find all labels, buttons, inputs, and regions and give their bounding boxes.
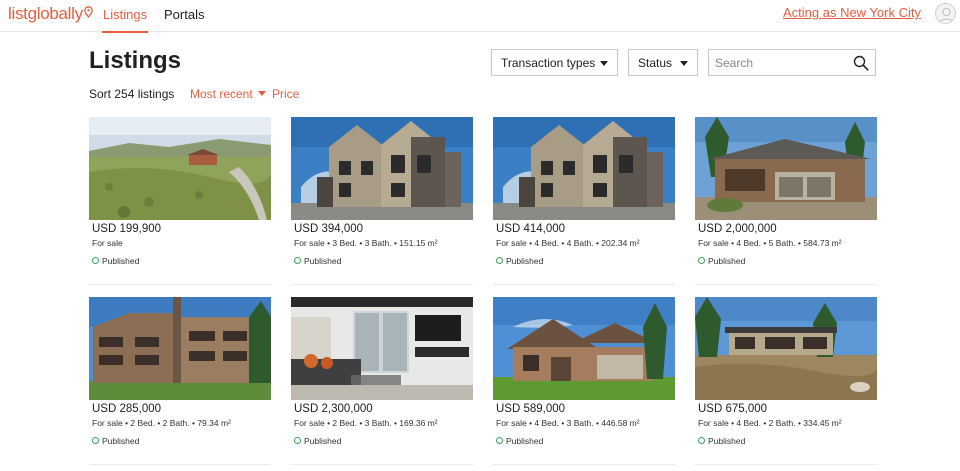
- listing-price: USD 394,000: [294, 223, 364, 235]
- status-label: Status: [638, 56, 673, 70]
- listing-status-label: Published: [304, 256, 342, 266]
- status-dot-icon: [294, 257, 301, 264]
- listing-status-label: Published: [506, 256, 544, 266]
- caret-down-icon: [257, 91, 266, 96]
- sort-price[interactable]: Price: [272, 87, 299, 101]
- status-dot-icon: [496, 257, 503, 264]
- status-dot-icon: [698, 437, 705, 444]
- tab-portals[interactable]: Portals: [164, 7, 204, 22]
- listing-status: Published: [92, 436, 139, 446]
- listing-price: USD 199,900: [92, 223, 162, 235]
- status-dot-icon: [698, 257, 705, 264]
- page-title: Listings: [89, 47, 182, 74]
- listing-details: For sale • 4 Bed. • 3 Bath. • 446.58 m²: [496, 418, 640, 428]
- listing-status: Published: [698, 436, 745, 446]
- card-divider: [291, 284, 473, 285]
- acting-as-link[interactable]: Acting as New York City: [783, 5, 921, 20]
- listing-status-label: Published: [304, 436, 342, 446]
- sort-most-recent-label: Most recent: [190, 87, 253, 101]
- listing-price: USD 589,000: [496, 403, 566, 415]
- listing-price: USD 414,000: [496, 223, 566, 235]
- card-divider: [493, 464, 675, 465]
- logo-text: listglobally: [8, 4, 83, 23]
- apartment-building-photo: [89, 297, 271, 400]
- land-lot-photo: [89, 117, 271, 220]
- listing-photo[interactable]: [291, 117, 473, 220]
- listing-status: Published: [496, 436, 543, 446]
- flat-roof-house-photo: [695, 297, 877, 400]
- status-dot-icon: [92, 437, 99, 444]
- status-dropdown[interactable]: Status: [628, 49, 698, 76]
- search-icon[interactable]: [853, 55, 869, 71]
- user-avatar[interactable]: [935, 3, 956, 24]
- listing-status-label: Published: [708, 256, 746, 266]
- card-divider: [89, 284, 271, 285]
- search-input[interactable]: [715, 54, 845, 72]
- listing-photo[interactable]: [89, 117, 271, 220]
- listing-status-label: Published: [506, 436, 544, 446]
- transaction-types-dropdown[interactable]: Transaction types: [491, 49, 618, 76]
- mountain-home-photo: [695, 117, 877, 220]
- listing-status: Published: [496, 256, 543, 266]
- listing-details: For sale: [92, 238, 123, 248]
- stone-townhouse-photo: [291, 117, 473, 220]
- listing-price: USD 2,300,000: [294, 403, 373, 415]
- listing-price: USD 675,000: [698, 403, 768, 415]
- tab-listings[interactable]: Listings: [101, 7, 149, 33]
- listing-status-label: Published: [102, 436, 140, 446]
- card-divider: [695, 464, 877, 465]
- listing-count: Sort 254 listings: [89, 87, 175, 101]
- listing-details: For sale • 4 Bed. • 5 Bath. • 584.73 m²: [698, 238, 842, 248]
- listing-photo[interactable]: [291, 297, 473, 400]
- listing-photo[interactable]: [493, 297, 675, 400]
- listing-status: Published: [698, 256, 745, 266]
- listing-price: USD 285,000: [92, 403, 162, 415]
- location-pin-icon: [84, 6, 93, 18]
- user-icon: [939, 7, 954, 23]
- listing-photo[interactable]: [89, 297, 271, 400]
- listing-details: For sale • 2 Bed. • 2 Bath. • 79.34 m²: [92, 418, 231, 428]
- listing-photo[interactable]: [695, 117, 877, 220]
- card-divider: [89, 464, 271, 465]
- status-dot-icon: [294, 437, 301, 444]
- listing-status: Published: [294, 436, 341, 446]
- transaction-types-label: Transaction types: [501, 56, 596, 70]
- status-dot-icon: [496, 437, 503, 444]
- listing-details: For sale • 4 Bed. • 4 Bath. • 202.34 m²: [496, 238, 640, 248]
- brick-house-photo: [493, 297, 675, 400]
- logo[interactable]: listglobally: [8, 4, 93, 24]
- top-navbar: listglobally Listings Portals Acting as …: [0, 0, 960, 33]
- sort-most-recent[interactable]: Most recent: [190, 87, 266, 101]
- search-box: [708, 49, 876, 76]
- listing-status-label: Published: [102, 256, 140, 266]
- status-dot-icon: [92, 257, 99, 264]
- caret-down-icon: [600, 61, 608, 66]
- listing-status: Published: [294, 256, 341, 266]
- listing-details: For sale • 2 Bed. • 3 Bath. • 169.36 m²: [294, 418, 438, 428]
- listing-price: USD 2,000,000: [698, 223, 777, 235]
- card-divider: [695, 284, 877, 285]
- listing-status-label: Published: [708, 436, 746, 446]
- listing-status: Published: [92, 256, 139, 266]
- living-room-photo: [291, 297, 473, 400]
- listing-photo[interactable]: [493, 117, 675, 220]
- stone-townhouse-photo: [493, 117, 675, 220]
- caret-down-icon: [680, 61, 688, 66]
- card-divider: [291, 464, 473, 465]
- listing-details: For sale • 3 Bed. • 3 Bath. • 151.15 m²: [294, 238, 438, 248]
- card-divider: [493, 284, 675, 285]
- listing-details: For sale • 4 Bed. • 2 Bath. • 334.45 m²: [698, 418, 842, 428]
- listing-photo[interactable]: [695, 297, 877, 400]
